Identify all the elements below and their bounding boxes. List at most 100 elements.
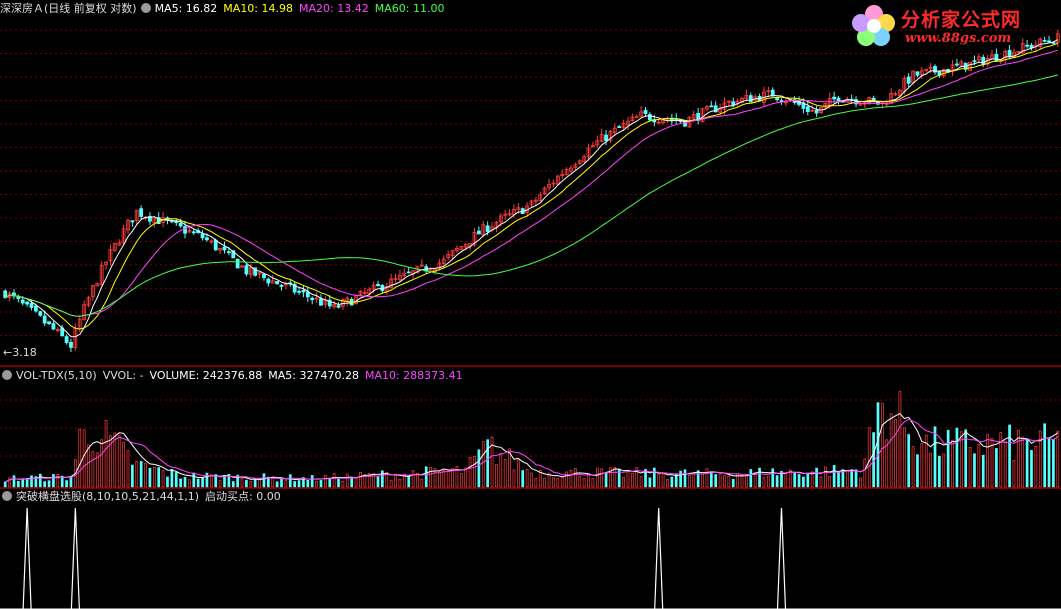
volume-bar <box>341 480 345 488</box>
volume-bar <box>117 434 121 488</box>
volume-bar <box>639 476 643 488</box>
price-candles <box>3 29 1060 352</box>
volume-bar <box>1025 438 1029 488</box>
volume-bar <box>898 391 902 488</box>
volume-bar <box>82 429 86 488</box>
volume-bar <box>284 480 288 488</box>
volume-bar <box>12 475 16 488</box>
volume-bar <box>306 479 310 488</box>
ma60-line <box>4 74 1058 317</box>
volume-bar <box>946 429 950 488</box>
settings-icon[interactable] <box>140 3 151 13</box>
candle-body <box>955 63 959 66</box>
volume-bar <box>407 475 411 488</box>
volume-bar <box>1012 460 1016 488</box>
volume-bar <box>837 472 840 488</box>
volume-bar <box>999 432 1003 488</box>
volume-bar <box>881 402 884 488</box>
candle-body <box>178 222 183 227</box>
volume-bar <box>543 477 547 488</box>
settings-icon[interactable] <box>2 370 12 380</box>
volume-bar <box>902 427 906 488</box>
candle-body <box>51 323 56 330</box>
volume-bar <box>749 469 753 488</box>
volume-bar <box>328 478 332 488</box>
candle-body <box>130 220 135 223</box>
signal-panel-header: 突破横盘选股(8,10,10,5,21,44,1,1) 启动买点: 0.00 <box>0 489 287 504</box>
buy-point-readout: 启动买点: 0.00 <box>205 490 281 503</box>
volume-bar <box>670 476 674 488</box>
volume-bar <box>1034 445 1038 488</box>
volume-bar <box>692 473 696 488</box>
volume-bar <box>424 466 428 488</box>
vol-ma5-readout: MA5: 327470.28 <box>268 369 359 382</box>
candle-body <box>33 305 38 312</box>
candle-body <box>169 220 174 223</box>
volume-bar <box>495 464 498 488</box>
logo-brand-text: 分析家公式网 <box>901 9 1022 31</box>
settings-icon[interactable] <box>2 491 12 501</box>
volume-bar <box>411 470 415 488</box>
volume-bar <box>499 453 503 488</box>
volume-bar <box>731 478 735 488</box>
candle-body <box>709 105 714 108</box>
volume-bar <box>824 466 827 488</box>
volume-bar <box>91 451 95 488</box>
volume-bar <box>832 465 836 488</box>
volume-bar <box>201 477 204 488</box>
volume-bar <box>723 475 726 488</box>
volume-bar <box>595 467 599 488</box>
candle-body <box>266 278 271 284</box>
volume-bar <box>1021 436 1025 488</box>
candle-body <box>42 315 47 324</box>
volume-bar <box>179 478 182 488</box>
volume-bar <box>446 470 450 488</box>
candle-body <box>981 56 986 65</box>
volume-bars <box>3 391 1060 488</box>
volume-bar <box>139 461 143 488</box>
volume-bar <box>253 479 257 488</box>
volume-bar <box>705 468 709 488</box>
volume-bar <box>324 475 327 488</box>
candle-body <box>279 284 284 287</box>
volume-bar <box>806 472 810 488</box>
volume-bar <box>512 469 516 488</box>
candle-body <box>297 290 301 293</box>
volume-bar <box>1008 424 1011 488</box>
chart-canvas <box>0 29 1061 609</box>
volume-bar <box>714 474 718 488</box>
volume-bar <box>148 467 152 488</box>
volume-bar <box>183 477 187 488</box>
candle-body <box>205 237 209 241</box>
volume-bar <box>766 475 770 488</box>
volume-bar <box>25 478 29 488</box>
price-low-marker: ←3.18 <box>3 346 37 359</box>
flower-logo-icon <box>852 5 895 46</box>
volume-bar <box>218 480 222 488</box>
volume-bar <box>525 469 529 488</box>
volume-bar <box>657 474 661 488</box>
volume-bar <box>280 478 283 488</box>
buy-signal-spikes <box>0 507 1061 609</box>
volume-bar <box>916 454 919 488</box>
volume-bar <box>626 470 630 488</box>
candle-body <box>139 208 144 217</box>
volume-bar <box>973 453 976 488</box>
volume-bar <box>337 479 340 488</box>
volume-bar <box>696 470 700 488</box>
candle-body <box>871 97 876 101</box>
site-logo: 分析家公式网 www.88gs.com <box>849 3 1049 51</box>
candle-body <box>336 305 341 308</box>
candle-body <box>222 246 227 251</box>
volume-bar <box>69 476 73 488</box>
candle-body <box>213 239 218 251</box>
volume-bar <box>1047 438 1051 488</box>
volume-bar <box>784 473 788 488</box>
candle-body <box>476 230 481 235</box>
volume-bar <box>622 476 625 488</box>
volume-bar <box>600 468 604 488</box>
candle-body <box>1007 49 1012 58</box>
volume-bar <box>1043 423 1046 488</box>
candle-body <box>634 116 639 119</box>
volume-bar <box>486 439 489 488</box>
